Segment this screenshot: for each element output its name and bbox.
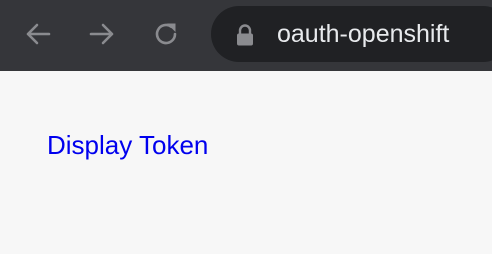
reload-icon: [155, 23, 177, 45]
arrow-right-icon: [89, 23, 114, 45]
back-button[interactable]: [20, 16, 56, 52]
arrow-left-icon: [26, 23, 51, 45]
display-token-link[interactable]: Display Token: [47, 130, 208, 160]
url-text[interactable]: oauth-openshift: [277, 18, 449, 50]
browser-toolbar: oauth-openshift: [0, 0, 492, 71]
reload-button[interactable]: [148, 16, 184, 52]
lock-icon: [237, 24, 253, 46]
page-content: Display Token: [0, 71, 492, 254]
forward-button[interactable]: [84, 16, 120, 52]
address-bar[interactable]: oauth-openshift: [211, 6, 492, 62]
